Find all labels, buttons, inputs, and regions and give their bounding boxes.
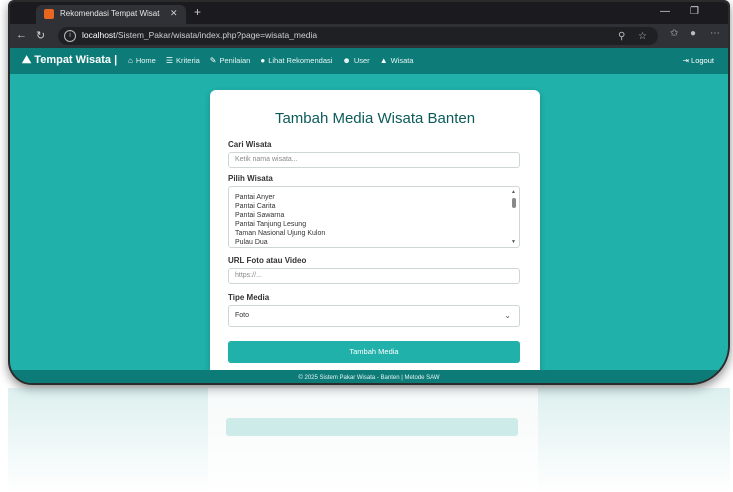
address-bar[interactable]: i localhost/Sistem_Pakar/wisata/index.ph…: [58, 27, 658, 45]
mountain-icon: ▲: [379, 56, 388, 65]
zoom-icon[interactable]: ⚲: [618, 31, 625, 42]
nav-label-wisata: Wisata: [390, 56, 414, 65]
back-icon[interactable]: ←: [16, 29, 27, 41]
list-item[interactable]: Pantai Anyer: [229, 193, 325, 202]
list-item[interactable]: Pantai Sawarna: [229, 211, 325, 220]
search-label: Cari Wisata: [228, 140, 272, 149]
favicon-icon: [44, 9, 54, 19]
nav-label-user: User: [353, 56, 370, 65]
nav-label-penilaian: Penilaian: [219, 56, 251, 65]
list-item[interactable]: Pantai Tanjung Lesung: [229, 220, 325, 229]
nav-label-kriteria: Kriteria: [176, 56, 200, 65]
list-item[interactable]: Taman Nasional Ujung Kulon: [229, 229, 325, 238]
nav-menu: ⌂ Home ☰ Kriteria ✎ Penilaian ● Lihat Rekome…: [128, 56, 414, 65]
option-list: Pantai Anyer Pantai Carita Pantai Sawarn…: [229, 193, 325, 247]
menu-icon[interactable]: ⋯: [710, 28, 720, 39]
url-host: localhost: [82, 30, 116, 40]
address-toolbar: ← ↻ i localhost/Sistem_Pakar/wisata/inde…: [10, 24, 728, 48]
wisata-listbox[interactable]: Pantai Anyer Pantai Carita Pantai Sawarn…: [228, 186, 520, 248]
scroll-down-icon[interactable]: ▼: [511, 239, 516, 245]
url-path: /Sistem_Pakar/wisata/index.php?page=wisa…: [115, 30, 318, 40]
scroll-up-icon[interactable]: ▲: [511, 189, 516, 195]
page-title: Tambah Media Wisata Banten: [274, 110, 476, 127]
reload-icon[interactable]: ↻: [36, 29, 45, 42]
list-item[interactable]: Pantai Carita: [229, 202, 325, 211]
media-type-value: Foto: [235, 312, 250, 319]
brand-label: Tempat Wisata |: [34, 54, 118, 66]
restore-icon[interactable]: ❐: [690, 6, 699, 17]
submit-button[interactable]: Tambah Media: [228, 341, 520, 363]
edit-icon: ✎: [209, 56, 217, 65]
nav-item-penilaian[interactable]: ✎ Penilaian: [210, 56, 251, 65]
url-input[interactable]: https://...: [228, 268, 520, 284]
nav-item-wisata[interactable]: ▲ Wisata: [380, 56, 414, 65]
choose-label: Pilih Wisata: [228, 174, 273, 183]
form-card: Tambah Media Wisata Banten Cari Wisata K…: [210, 90, 540, 380]
nav-item-home[interactable]: ⌂ Home: [128, 56, 156, 65]
profile-icon[interactable]: ●: [690, 28, 696, 39]
nav-item-user[interactable]: ☻ User: [342, 56, 369, 65]
logout-icon: ⇥: [682, 56, 692, 65]
users-icon: ☻: [342, 56, 351, 65]
home-icon: ⌂: [128, 56, 133, 65]
window-reflection: [8, 388, 730, 492]
favorite-icon[interactable]: ☆: [638, 31, 647, 42]
nav-item-rekomendasi[interactable]: ● Lihat Rekomendasi: [260, 56, 332, 65]
url-placeholder: https://...: [235, 272, 262, 279]
minimize-icon[interactable]: —: [660, 6, 670, 17]
browser-tab[interactable]: Rekomendasi Tempat Wisata di I... ✕: [36, 5, 186, 24]
url-label: URL Foto atau Video: [228, 256, 307, 265]
list-icon: ☰: [165, 56, 174, 65]
tab-title: Rekomendasi Tempat Wisata di I...: [60, 9, 160, 18]
app-navbar: ⛰ Tempat Wisata | ⌂ Home ☰ Kriteria ✎ Penil…: [10, 48, 728, 74]
browser-window: Rekomendasi Tempat Wisata di I... ✕ + — …: [8, 0, 730, 385]
favorites-bar-icon[interactable]: ✩: [670, 28, 678, 39]
search-input[interactable]: Ketik nama wisata...: [228, 152, 520, 168]
nav-item-kriteria[interactable]: ☰ Kriteria: [166, 56, 200, 65]
logout-button[interactable]: ⇥ Logout: [683, 56, 714, 65]
footer: © 2025 Sistem Pakar Wisata - Banten | Me…: [10, 370, 728, 383]
scroll-thumb[interactable]: [512, 198, 516, 208]
nav-label-home: Home: [135, 56, 156, 65]
pin-icon: ●: [260, 56, 266, 65]
media-type-select[interactable]: Foto ⌄: [228, 305, 520, 327]
brand[interactable]: ⛰ Tempat Wisata |: [22, 54, 117, 67]
main-content: Tambah Media Wisata Banten Cari Wisata K…: [10, 74, 728, 380]
logout-label: Logout: [691, 56, 714, 65]
tab-bar: Rekomendasi Tempat Wisata di I... ✕ + — …: [10, 2, 728, 24]
listbox-scrollbar[interactable]: ▲ ▼: [511, 189, 517, 245]
nav-label-rekomendasi: Lihat Rekomendasi: [268, 56, 333, 65]
chevron-down-icon: ⌄: [504, 311, 511, 320]
list-item[interactable]: Pulau Dua: [229, 238, 325, 247]
url-text: localhost/Sistem_Pakar/wisata/index.php?…: [82, 30, 317, 40]
brand-icon: ⛰: [22, 54, 35, 66]
tab-close-icon[interactable]: ✕: [170, 8, 178, 19]
reflection-button: [226, 418, 518, 436]
site-info-icon[interactable]: i: [64, 30, 76, 42]
new-tab-icon[interactable]: +: [194, 5, 201, 19]
reflection-card: [208, 388, 538, 492]
search-placeholder: Ketik nama wisata...: [235, 156, 298, 163]
type-label: Tipe Media: [228, 293, 270, 302]
